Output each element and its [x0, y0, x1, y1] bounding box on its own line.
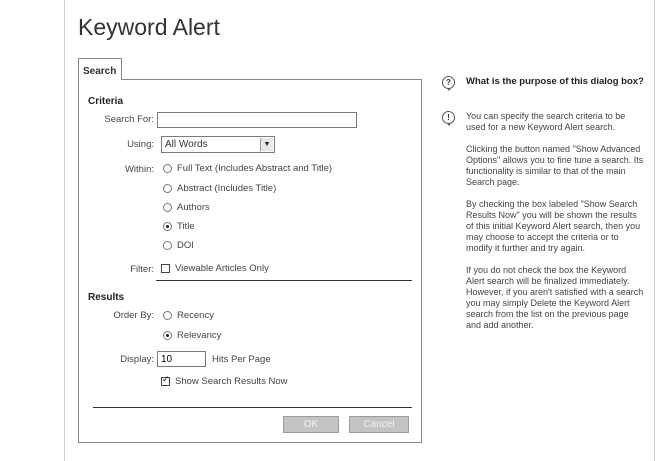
show-results-label: Show Search Results Now	[175, 376, 288, 387]
radio-relevancy[interactable]	[163, 331, 172, 340]
help-answer: You can specify the search criteria to b…	[466, 111, 646, 342]
order-option-label: Recency	[177, 310, 214, 321]
within-option-doi[interactable]: DOI	[163, 240, 194, 251]
within-option-label: Full Text (Includes Abstract and Title)	[177, 163, 333, 174]
hits-per-page-label: Hits Per Page	[212, 354, 271, 365]
radio-full-text[interactable]	[163, 164, 172, 173]
help-paragraph: If you do not check the box the Keyword …	[466, 265, 644, 330]
order-option-label: Relevancy	[177, 330, 222, 341]
help-paragraph: By checking the box labeled "Show Search…	[466, 199, 641, 253]
cancel-button[interactable]: Cancel	[349, 416, 409, 433]
chevron-down-icon[interactable]: ▼	[260, 138, 273, 151]
results-divider	[93, 407, 412, 408]
order-option-relevancy[interactable]: Relevancy	[163, 330, 221, 341]
radio-abstract[interactable]	[163, 184, 172, 193]
display-label: Display:	[120, 354, 154, 365]
search-for-label: Search For:	[104, 114, 154, 125]
criteria-divider	[156, 280, 412, 281]
help-paragraph: You can specify the search criteria to b…	[466, 111, 626, 132]
using-select[interactable]: All Words ▼	[161, 136, 275, 153]
search-panel	[78, 79, 422, 443]
using-selected-value: All Words	[165, 139, 208, 150]
question-icon: ?	[442, 76, 455, 91]
right-border	[654, 0, 655, 461]
show-results-checkbox[interactable]	[161, 375, 170, 386]
help-paragraph: Clicking the button named "Show Advanced…	[466, 144, 644, 187]
results-heading: Results	[88, 292, 125, 303]
left-border	[64, 0, 65, 461]
answer-icon: !	[442, 111, 455, 126]
within-label: Within:	[124, 164, 154, 175]
within-option-full-text[interactable]: Full Text (Includes Abstract and Title)	[163, 163, 332, 174]
search-for-input[interactable]	[157, 112, 357, 128]
filter-option[interactable]: Viewable Articles Only	[161, 263, 269, 274]
show-results-option[interactable]: Show Search Results Now	[161, 375, 288, 387]
order-by-label: Order By:	[113, 310, 154, 321]
within-option-abstract[interactable]: Abstract (Includes Title)	[163, 183, 276, 194]
filter-label: Filter:	[130, 264, 154, 275]
display-input[interactable]	[157, 351, 206, 367]
order-option-recency[interactable]: Recency	[163, 310, 214, 321]
filter-option-label: Viewable Articles Only	[175, 263, 269, 274]
within-option-title[interactable]: Title	[163, 221, 195, 232]
criteria-heading: Criteria	[88, 96, 124, 107]
filter-checkbox[interactable]	[161, 264, 170, 273]
within-option-label: Authors	[177, 202, 210, 213]
dialog-title: Keyword Alert	[78, 14, 220, 40]
help-question: What is the purpose of this dialog box?	[466, 76, 644, 87]
using-label: Using:	[127, 139, 154, 150]
radio-doi[interactable]	[163, 241, 172, 250]
within-option-label: Abstract (Includes Title)	[177, 183, 277, 194]
within-option-label: DOI	[177, 240, 194, 251]
radio-authors[interactable]	[163, 203, 172, 212]
ok-button[interactable]: OK	[283, 416, 339, 433]
within-option-label: Title	[177, 221, 195, 232]
radio-recency[interactable]	[163, 311, 172, 320]
tab-join	[79, 79, 121, 81]
radio-title[interactable]	[163, 222, 172, 231]
within-option-authors[interactable]: Authors	[163, 202, 210, 213]
tab-search[interactable]: Search	[78, 58, 122, 80]
